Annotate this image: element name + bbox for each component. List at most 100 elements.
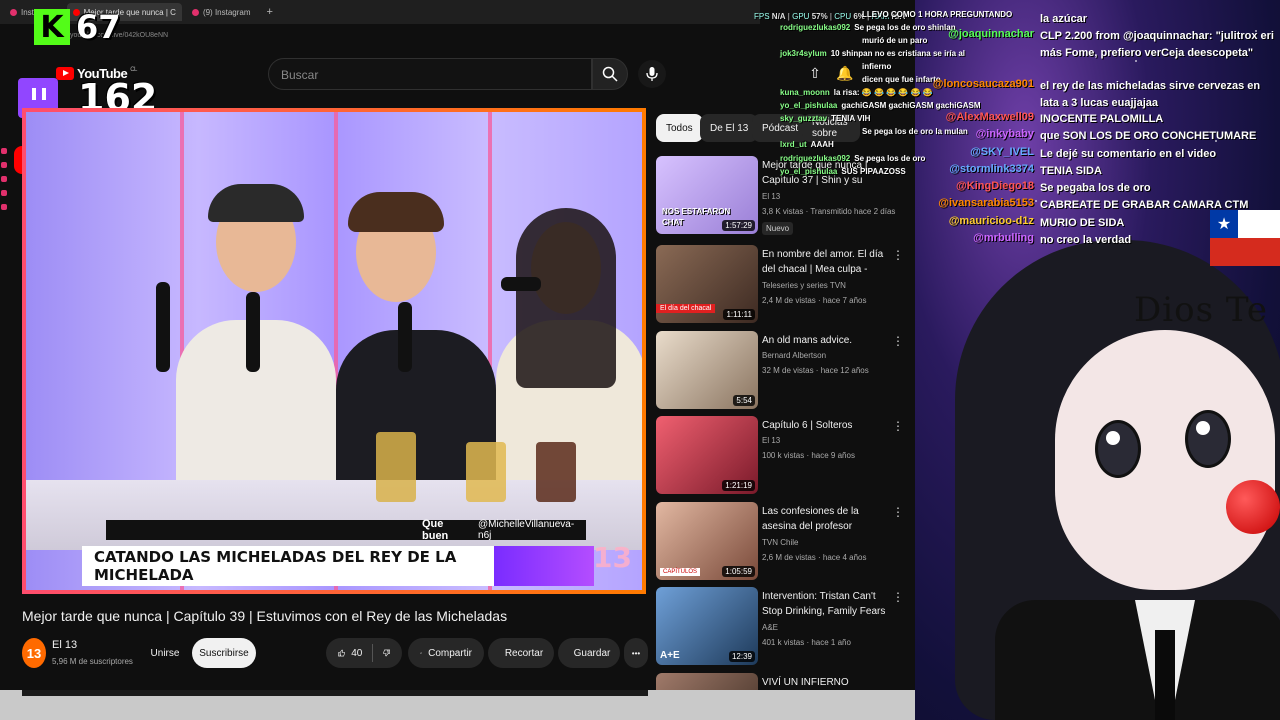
sidebar-icon[interactable] xyxy=(1,176,7,182)
chat-text: la risa: 😂 😂 😂 😂 😂 😂 xyxy=(833,88,933,97)
save-button[interactable]: Guardar xyxy=(558,638,620,668)
chat-message: el rey de las micheladas sirve cervezas … xyxy=(1040,80,1261,109)
thumbs-down-icon[interactable] xyxy=(383,646,390,660)
avatar-eye xyxy=(1185,410,1231,468)
more-options-icon[interactable]: ⋮ xyxy=(892,506,904,518)
new-tab-button[interactable]: + xyxy=(261,3,279,21)
subscriber-count: 5,96 M de suscriptores xyxy=(52,657,133,666)
hair xyxy=(348,192,444,232)
video-player[interactable]: Que buen @MichelleVillanueva-n6j CATANDO … xyxy=(22,108,646,594)
share-button[interactable]: Compartir xyxy=(408,638,484,668)
chat-text: AAAH xyxy=(810,140,834,149)
chat-username[interactable]: @AlexMaxwell09 xyxy=(946,111,1034,123)
kick-logo-icon: K xyxy=(34,9,70,45)
desktop-strip xyxy=(0,690,915,720)
like-dislike-group: 40 xyxy=(326,638,402,668)
search-button[interactable] xyxy=(592,58,628,90)
microphone-icon xyxy=(646,67,658,81)
search-icon xyxy=(602,66,618,82)
chat-text: LLEVO COMO 1 HORA PREGUNTANDO xyxy=(862,10,1013,19)
join-button[interactable]: Unirse xyxy=(142,638,188,668)
search-input[interactable]: Buscar xyxy=(268,58,592,90)
divider xyxy=(372,644,373,662)
sidebar-icon[interactable] xyxy=(1,162,7,168)
avatar-suit xyxy=(995,600,1280,720)
chat-message: kuna_moonn la risa: 😂 😂 😂 😂 😂 😂 xyxy=(780,88,933,97)
chat-username[interactable]: rodriguezlukas092 xyxy=(780,23,850,32)
chat-message: yo_el_pishulaa SUS PIPAAZOSS xyxy=(780,167,906,176)
chat-username[interactable]: yo_el_pishulaa xyxy=(780,101,837,110)
chat-message: murió de un paro xyxy=(862,36,927,45)
michelada-glass xyxy=(376,432,416,502)
sidebar-icon[interactable] xyxy=(1,190,7,196)
related-video[interactable]: CAPÍTULOS 1:05:59 Las confesiones de la … xyxy=(656,502,908,582)
chat-text: Se pega los de oro xyxy=(854,154,926,163)
browser-sidebar xyxy=(0,140,8,300)
chip-all[interactable]: Todos xyxy=(656,114,703,142)
chat-username[interactable]: @inkybaby xyxy=(976,128,1034,140)
more-options-icon[interactable]: ⋮ xyxy=(892,420,904,432)
related-thumbnail[interactable] xyxy=(656,673,758,690)
sidebar-icon[interactable] xyxy=(1,204,7,210)
related-thumbnail[interactable]: 5:54 xyxy=(656,331,758,409)
michelada-glass xyxy=(466,442,506,502)
share-icon xyxy=(420,651,423,655)
chat-username[interactable]: @SKY_IVEL xyxy=(970,146,1034,158)
chat-message: TENIA SIDA xyxy=(1040,165,1102,177)
related-thumbnail[interactable]: CAPÍTULOS 1:05:59 xyxy=(656,502,758,580)
chip-from-channel[interactable]: De El 13 xyxy=(700,114,759,142)
chat-username[interactable]: kuna_moonn xyxy=(780,88,830,97)
chat-username[interactable]: @loncosaucaza901 xyxy=(933,78,1034,90)
chat-text: TENIA VIH xyxy=(831,114,871,123)
chat-message: Se pega los de oro la mulan xyxy=(862,127,968,136)
star xyxy=(1035,200,1037,202)
chat-username[interactable]: rodriguezlukas092 xyxy=(780,154,850,163)
chat-username[interactable]: sky_guzztav xyxy=(780,114,827,123)
related-video[interactable]: El día del chacal 1:11:11 En nombre del … xyxy=(656,245,908,325)
voice-search-button[interactable] xyxy=(638,60,666,88)
chat-username[interactable]: @ivansarabia5153 xyxy=(938,197,1034,209)
chat-message: sky_guzztav TENIA VIH xyxy=(780,114,870,123)
related-thumbnail[interactable]: 1:21:19 xyxy=(656,416,758,494)
notifications-bell-icon[interactable]: 🔔 xyxy=(836,64,854,82)
chat-message: lxrd_ut AAAH xyxy=(780,140,834,149)
chat-username[interactable]: @stormlink3374 xyxy=(949,163,1034,175)
chat-username[interactable]: @KingDiego18 xyxy=(956,180,1034,192)
chat-username[interactable]: jok3r4sylum xyxy=(780,49,827,58)
chat-username[interactable]: @mauricioo-d1z xyxy=(949,215,1034,227)
related-video[interactable]: 5:54 An old mans advice. Bernard Alberts… xyxy=(656,331,908,411)
chat-message: rodriguezlukas092 Se pega los de oro xyxy=(780,154,925,163)
video-title: Mejor tarde que nunca | Capítulo 39 | Es… xyxy=(22,608,508,624)
related-thumbnail[interactable]: NOS ESTAFARON CHAT 1:57:29 xyxy=(656,156,758,234)
chat-username[interactable]: yo_el_pishulaa xyxy=(780,167,837,176)
chat-username[interactable]: @mrbulling xyxy=(973,232,1034,244)
related-thumbnail[interactable]: A+E 12:39 xyxy=(656,587,758,665)
sidebar-icon[interactable] xyxy=(1,148,7,154)
browser-tab-instagram-2[interactable]: (9) Instagram xyxy=(186,3,257,21)
like-count: 40 xyxy=(351,647,363,659)
related-video[interactable]: VIVÍ UN INFIERNO SIENDO xyxy=(656,673,908,690)
related-video[interactable]: A+E 12:39 Intervention: Tristan Can't St… xyxy=(656,587,908,667)
more-options-icon[interactable]: ⋮ xyxy=(892,335,904,347)
kick-viewer-counter: K 67 xyxy=(34,8,121,46)
chat-message: dicen que fue infarto xyxy=(862,75,941,84)
upload-icon[interactable]: ⇧ xyxy=(806,64,824,82)
channel-avatar[interactable]: 13 xyxy=(22,638,46,668)
long-hair xyxy=(516,208,616,388)
channel-name[interactable]: El 13 xyxy=(52,639,77,651)
more-options-icon[interactable]: ⋮ xyxy=(892,249,904,261)
thumbs-up-icon[interactable] xyxy=(338,646,345,660)
more-options-icon[interactable]: ⋮ xyxy=(892,591,904,603)
chat-message: CLP 2.200 from @joaquinnachar: "julitrox… xyxy=(1040,30,1274,59)
chat-message: CABREATE DE GRABAR CAMARA CTM xyxy=(1040,199,1249,211)
comments-divider xyxy=(22,690,648,696)
more-actions-button[interactable]: ••• xyxy=(624,638,648,668)
related-video[interactable]: 1:21:19 Capítulo 6 | Solteros El 13 100 … xyxy=(656,416,908,496)
microphone xyxy=(501,277,541,291)
cap xyxy=(208,184,304,222)
clip-button[interactable]: Recortar xyxy=(488,638,554,668)
subscribe-button[interactable]: Suscribirse xyxy=(192,638,256,668)
chat-username[interactable]: lxrd_ut xyxy=(780,140,807,149)
chat-username[interactable]: @joaquinnachar xyxy=(948,28,1034,40)
related-thumbnail[interactable]: El día del chacal 1:11:11 xyxy=(656,245,758,323)
